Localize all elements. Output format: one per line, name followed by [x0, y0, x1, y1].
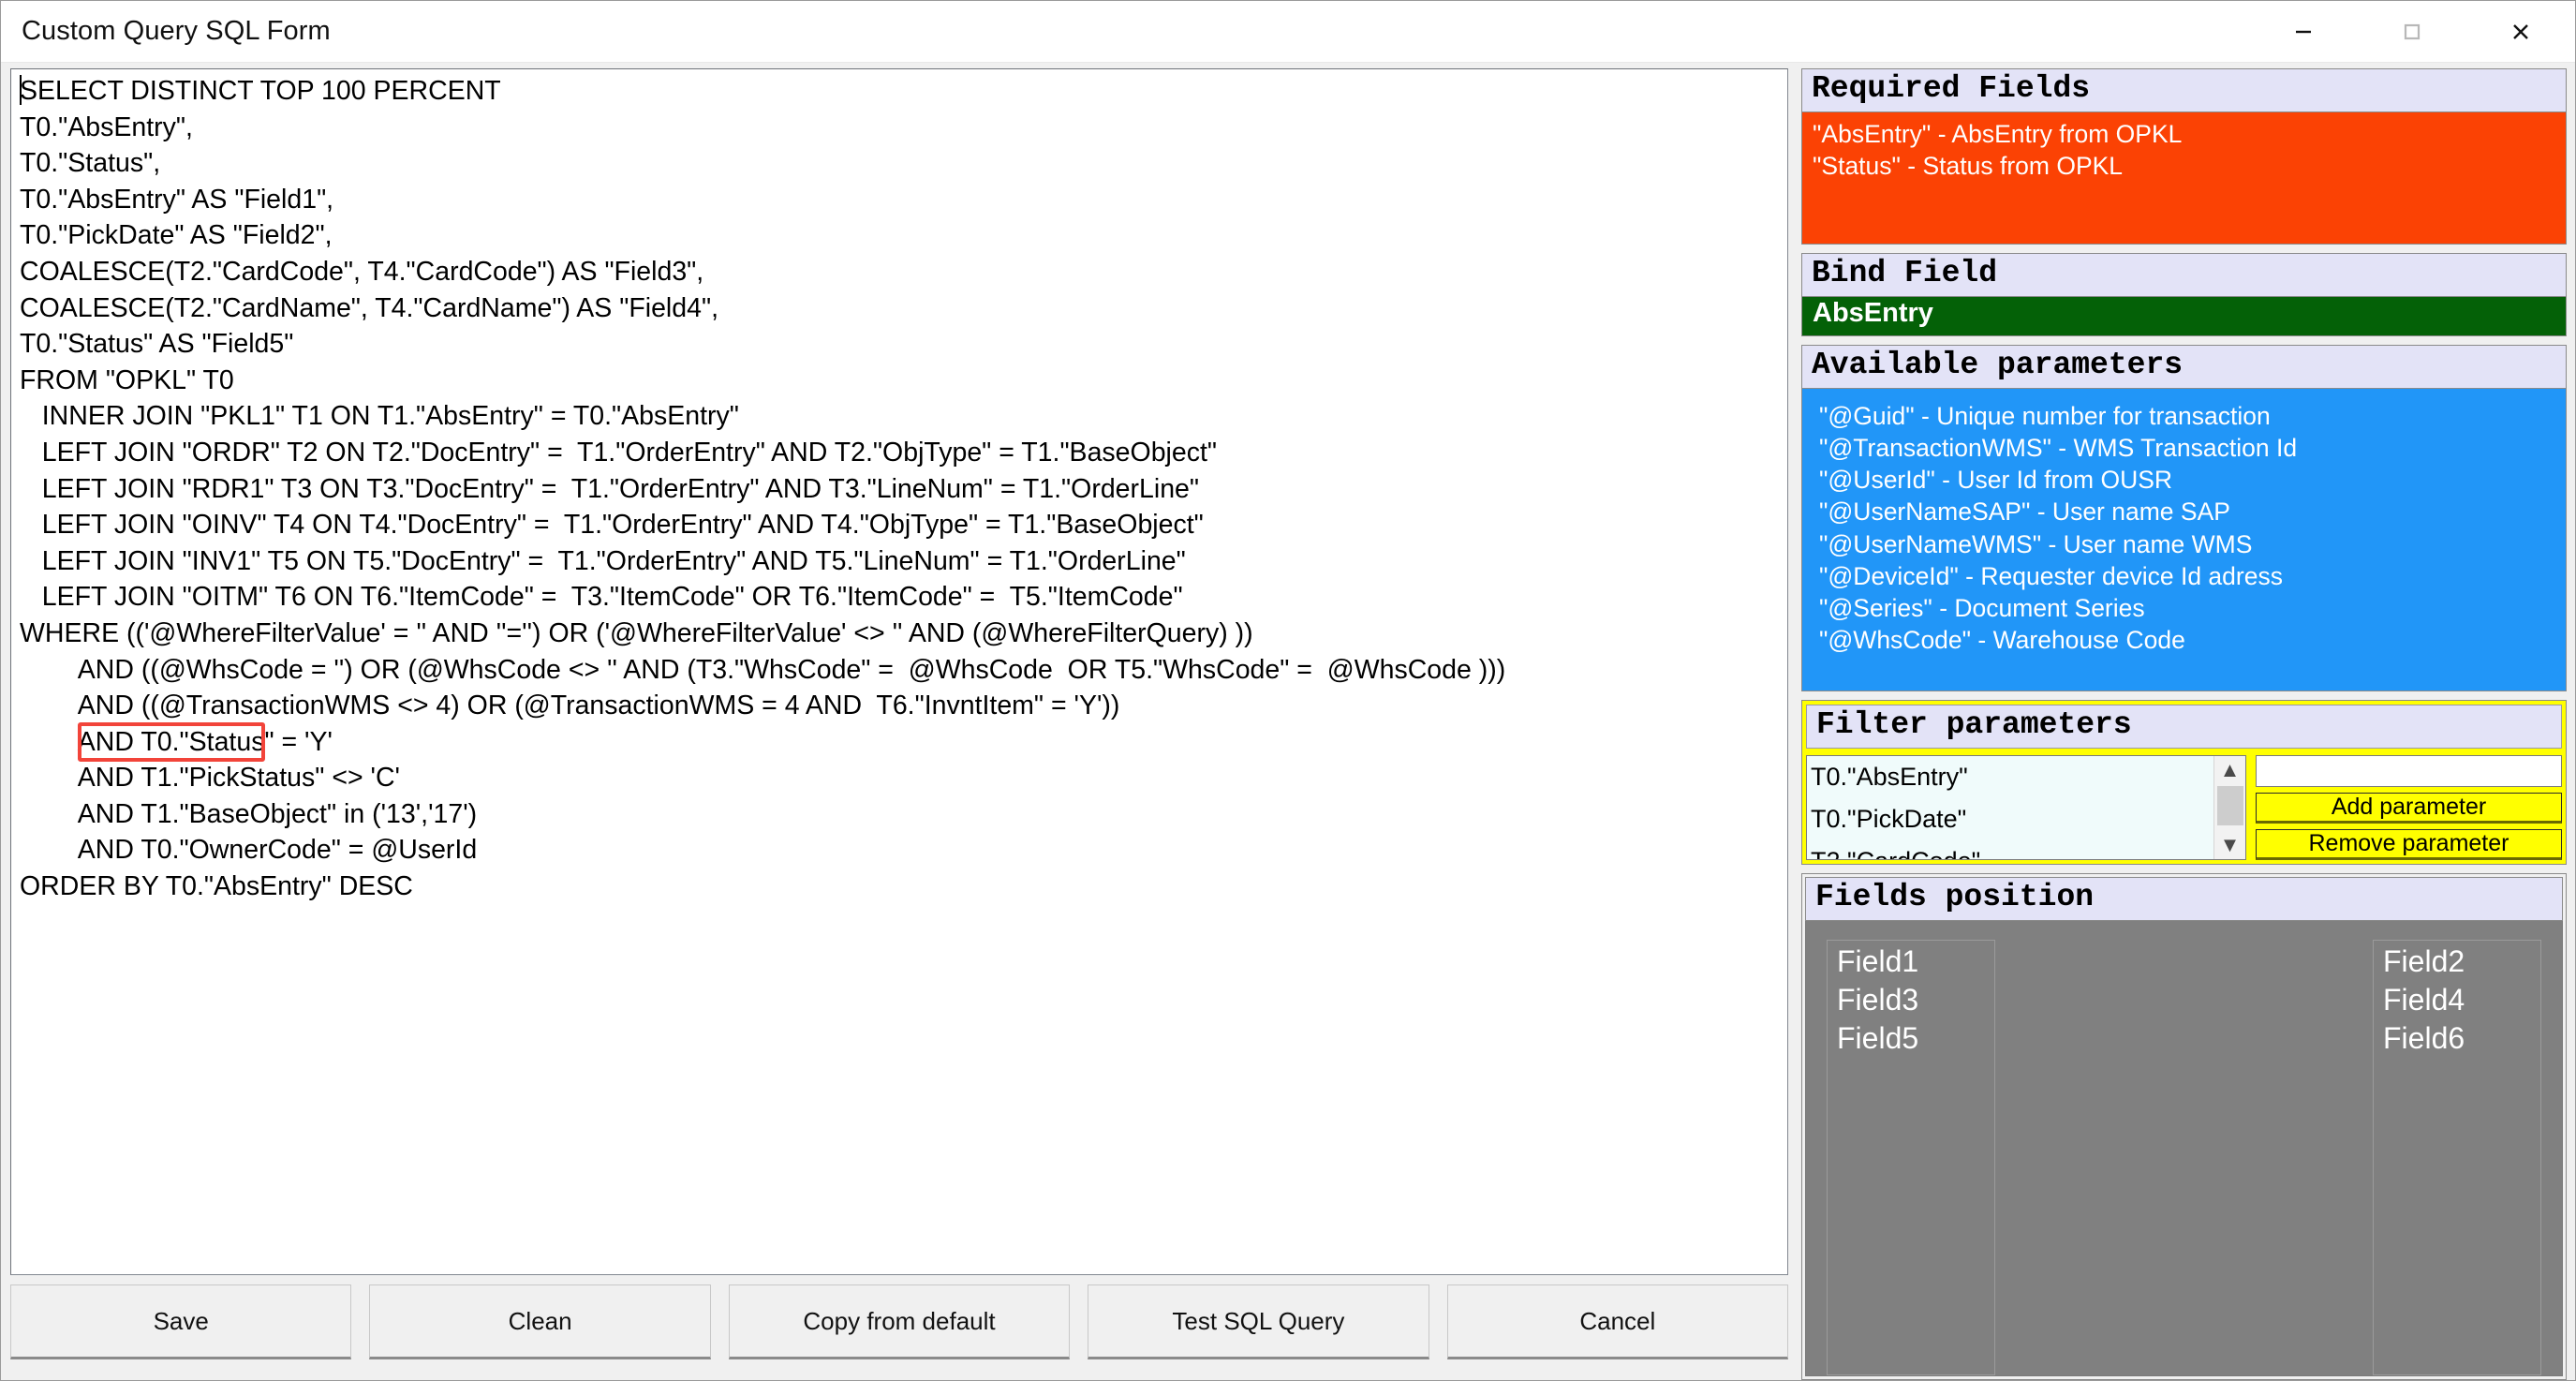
sql-line: T0."AbsEntry" AS "Field1",	[20, 182, 1787, 218]
sql-query-editor[interactable]: SELECT DISTINCT TOP 100 PERCENTT0."AbsEn…	[10, 68, 1788, 1275]
bind-field-header: Bind Field	[1801, 253, 2567, 297]
sql-line: LEFT JOIN "INV1" T5 ON T5."DocEntry" = T…	[20, 543, 1787, 580]
filter-parameters-header: Filter parameters	[1806, 705, 2562, 749]
sql-line: ORDER BY T0."AbsEntry" DESC	[20, 869, 1787, 905]
sql-line: T0."AbsEntry",	[20, 110, 1787, 146]
filter-parameters-items: T0."AbsEntry" T0."PickDate" T2."CardCode…	[1807, 756, 2213, 859]
sql-line: AND T0."OwnerCode" = @UserId	[20, 832, 1787, 869]
fields-position-header: Fields position	[1805, 877, 2563, 921]
sql-line: INNER JOIN "PKL1" T1 ON T1."AbsEntry" = …	[20, 398, 1787, 435]
sql-line: AND ((@TransactionWMS <> 4) OR (@Transac…	[20, 688, 1787, 724]
maximize-icon[interactable]	[2358, 1, 2466, 62]
sql-line: AND T1."PickStatus" <> 'C'	[20, 760, 1787, 796]
scrollbar-thumb[interactable]	[2217, 786, 2243, 825]
fields-position-panel: Fields position Field1 Field3 Field5 Fie…	[1801, 873, 2567, 1380]
sql-line-highlighted: AND T0."Status" = 'Y'	[20, 724, 1787, 761]
fields-position-right-column[interactable]: Field2 Field4 Field6	[2373, 940, 2541, 1375]
chevron-down-icon[interactable]: ▼	[2220, 831, 2241, 859]
filter-parameters-listbox[interactable]: T0."AbsEntry" T0."PickDate" T2."CardCode…	[1806, 755, 2246, 860]
required-fields-header: Required Fields	[1801, 68, 2567, 112]
sql-line: COALESCE(T2."CardCode", T4."CardCode") A…	[20, 254, 1787, 290]
remove-parameter-button[interactable]: Remove parameter	[2256, 829, 2562, 860]
sql-line: LEFT JOIN "OITM" T6 ON T6."ItemCode" = T…	[20, 579, 1787, 616]
window-title: Custom Query SQL Form	[1, 16, 331, 47]
sql-line: FROM "OPKL" T0	[20, 363, 1787, 399]
sql-line: WHERE (('@WhereFilterValue' = '' AND ''=…	[20, 616, 1787, 652]
fields-position-left-column[interactable]: Field1 Field3 Field5	[1827, 940, 1995, 1375]
sql-line: AND T1."BaseObject" in ('13','17')	[20, 796, 1787, 833]
sql-line: LEFT JOIN "OINV" T4 ON T4."DocEntry" = T…	[20, 507, 1787, 543]
bind-field-value[interactable]: AbsEntry	[1801, 297, 2567, 336]
window-titlebar: Custom Query SQL Form	[1, 1, 2575, 63]
required-fields-panel: Required Fields "AbsEntry" - AbsEntry fr…	[1801, 68, 2567, 245]
fields-position-body: Field1 Field3 Field5 Field2 Field4 Field…	[1805, 921, 2563, 1376]
required-fields-list: "AbsEntry" - AbsEntry from OPKL "Status"…	[1801, 112, 2567, 245]
bind-field-panel: Bind Field AbsEntry	[1801, 253, 2567, 336]
filter-parameters-body: T0."AbsEntry" T0."PickDate" T2."CardCode…	[1806, 755, 2562, 860]
sql-line: T0."Status",	[20, 145, 1787, 182]
filter-parameters-controls: Add parameter Remove parameter	[2256, 755, 2562, 860]
left-column: SELECT DISTINCT TOP 100 PERCENTT0."AbsEn…	[1, 63, 1796, 1380]
sql-line: SELECT DISTINCT TOP 100 PERCENT	[20, 73, 1787, 110]
close-icon[interactable]	[2466, 1, 2575, 62]
sql-line: COALESCE(T2."CardName", T4."CardName") A…	[20, 290, 1787, 327]
available-parameters-list: "@Guid" - Unique number for transaction …	[1801, 389, 2567, 691]
filter-parameters-panel: Filter parameters T0."AbsEntry" T0."Pick…	[1801, 700, 2567, 865]
available-parameters-header: Available parameters	[1801, 345, 2567, 389]
sql-line: LEFT JOIN "ORDR" T2 ON T2."DocEntry" = T…	[20, 435, 1787, 471]
window-controls	[2249, 1, 2575, 62]
sql-line: T0."PickDate" AS "Field2",	[20, 217, 1787, 254]
minimize-icon[interactable]	[2249, 1, 2358, 62]
custom-query-sql-form-window: Custom Query SQL Form SELECT DISTINCT TO…	[0, 0, 2576, 1381]
cancel-button[interactable]: Cancel	[1447, 1284, 1788, 1359]
chevron-up-icon[interactable]: ▲	[2220, 756, 2241, 784]
sql-query-text: SELECT DISTINCT TOP 100 PERCENTT0."AbsEn…	[11, 73, 1787, 905]
sql-line: T0."Status" AS "Field5"	[20, 326, 1787, 363]
save-button[interactable]: Save	[10, 1284, 351, 1359]
add-parameter-button[interactable]: Add parameter	[2256, 793, 2562, 824]
filter-parameter-input[interactable]	[2256, 755, 2562, 787]
right-panel: Required Fields "AbsEntry" - AbsEntry fr…	[1796, 63, 2575, 1380]
available-parameters-panel: Available parameters "@Guid" - Unique nu…	[1801, 345, 2567, 691]
clean-button[interactable]: Clean	[369, 1284, 710, 1359]
filter-list-scrollbar[interactable]: ▲ ▼	[2213, 756, 2245, 859]
test-sql-query-button[interactable]: Test SQL Query	[1088, 1284, 1429, 1359]
action-button-bar: Save Clean Copy from default Test SQL Qu…	[10, 1275, 1788, 1380]
sql-line: AND ((@WhsCode = '') OR (@WhsCode <> '' …	[20, 652, 1787, 689]
copy-from-default-button[interactable]: Copy from default	[729, 1284, 1070, 1359]
window-body: SELECT DISTINCT TOP 100 PERCENTT0."AbsEn…	[1, 63, 2575, 1380]
sql-line: LEFT JOIN "RDR1" T3 ON T3."DocEntry" = T…	[20, 471, 1787, 508]
